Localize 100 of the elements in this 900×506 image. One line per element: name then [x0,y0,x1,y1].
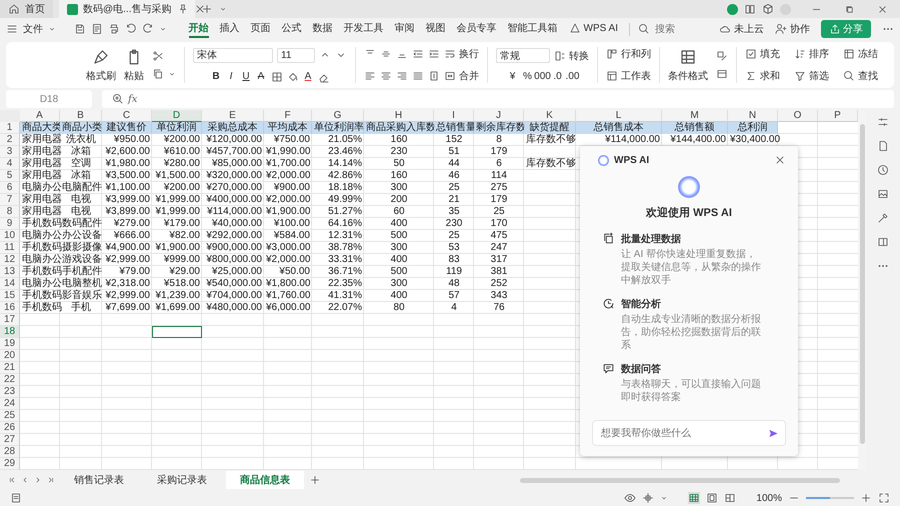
zoom-in-icon[interactable] [860,492,872,504]
row-number[interactable]: 16 [0,302,20,314]
close-icon[interactable] [194,3,206,15]
text-style-button[interactable]: U [240,71,252,82]
cut-icon[interactable] [152,50,164,62]
active-cell[interactable] [152,326,202,338]
book-icon[interactable] [744,3,756,15]
row-number[interactable]: 11 [0,242,20,254]
sliders-icon[interactable] [877,116,889,128]
editing-button[interactable]: 填充 [745,47,780,61]
number-format-button[interactable]: .00 [567,71,578,82]
editing-button[interactable]: 排序 [794,47,829,61]
copy-icon[interactable] [152,68,164,80]
row-number[interactable]: 6 [0,182,20,194]
first-sheet-icon[interactable] [8,476,16,484]
ribbon-tab[interactable]: 开始 [188,20,209,38]
row-number[interactable]: 9 [0,218,20,230]
text-style-button[interactable]: B [210,71,222,82]
row-number[interactable]: 12 [0,254,20,266]
send-icon[interactable] [768,428,779,438]
name-box[interactable]: D18 [6,90,92,108]
row-number[interactable]: 26 [0,422,20,434]
justify-icon[interactable] [412,70,424,82]
page-break-icon[interactable] [724,492,736,504]
row-number[interactable]: 21 [0,362,20,374]
save-icon[interactable] [74,23,86,35]
convert-button[interactable]: 转换 [554,48,589,62]
paste-button[interactable]: 粘贴 [124,48,144,82]
split-panel-icon[interactable] [877,236,889,248]
row-number[interactable]: 2 [0,134,20,146]
row-number[interactable]: 7 [0,194,20,206]
conditional-format-button[interactable]: 条件格式 [668,48,708,82]
row-number[interactable]: 14 [0,278,20,290]
align-right-icon[interactable] [396,70,408,82]
last-sheet-icon[interactable] [47,476,55,484]
editing-button[interactable]: 冻结 [843,47,878,61]
next-sheet-icon[interactable] [34,476,42,484]
close-icon[interactable] [877,4,888,14]
grid-view-icon[interactable] [688,492,700,504]
align-center-icon[interactable] [380,70,392,82]
caret-icon[interactable] [159,25,167,33]
caret-icon[interactable] [168,70,176,78]
outdent-icon[interactable] [412,48,424,60]
ribbon-tab[interactable]: WPS AI [568,20,618,38]
row-number[interactable]: 29 [0,458,20,470]
row-number[interactable]: 15 [0,290,20,302]
undo-icon[interactable] [125,23,137,35]
align-left-icon[interactable] [364,70,376,82]
ribbon-tab[interactable]: 公式 [282,20,302,38]
zoom-level[interactable]: 100% [756,492,782,504]
tools-icon[interactable] [877,212,889,224]
prompt-field[interactable]: 想要我帮你做些什么 [592,420,786,446]
prompt-input[interactable]: 想要我帮你做些什么 [599,426,764,440]
sheet-tab[interactable]: 销售记录表 [60,471,138,489]
editing-button[interactable]: 筛选 [794,69,829,83]
restore-icon[interactable] [844,4,855,14]
row-number[interactable]: 28 [0,446,20,458]
fill-color-icon[interactable] [286,70,298,82]
file-menu[interactable]: 文件 [23,22,43,36]
picture-icon[interactable] [877,188,889,200]
document-icon[interactable] [877,140,889,152]
page-layout-icon[interactable] [706,492,718,504]
border-icon[interactable] [270,70,282,82]
print-icon[interactable] [108,23,120,35]
row-number[interactable]: 22 [0,374,20,386]
scrollbar-thumb[interactable] [520,478,840,482]
row-number[interactable]: 20 [0,350,20,362]
row-number[interactable]: 17 [0,314,20,326]
caret-icon[interactable] [48,25,56,33]
number-format-button[interactable]: % [522,71,533,82]
scrollbar-thumb[interactable] [860,124,864,444]
number-format-button[interactable]: .0 [552,71,563,82]
menu-icon[interactable] [6,23,18,35]
text-style-button[interactable]: A [256,71,266,82]
row-number[interactable]: 23 [0,386,20,398]
editing-button[interactable]: 求和 [745,69,780,83]
redo-icon[interactable] [142,23,154,35]
row-number[interactable]: 8 [0,206,20,218]
search-field[interactable]: 搜索 [629,22,697,36]
caret-icon[interactable] [660,494,668,502]
ribbon-tab[interactable]: 智能工具箱 [508,20,558,38]
document-tab[interactable]: 首页 [0,0,53,18]
row-number[interactable]: 18 [0,326,20,338]
ribbon-tab[interactable]: 视图 [426,20,446,38]
rows-columns-button[interactable]: 行和列 [606,47,651,61]
column-header[interactable]: D [152,110,202,122]
sheet-tab[interactable]: 采购记录表 [143,471,221,489]
print-preview-icon[interactable] [91,23,103,35]
notes-icon[interactable] [10,492,22,504]
clock-icon[interactable] [877,164,889,176]
row-number[interactable]: 24 [0,398,20,410]
indent-icon[interactable] [428,48,440,60]
cloud-button[interactable]: 未上云 [719,22,764,36]
text-style-button[interactable]: I [226,71,236,82]
ribbon-tab[interactable]: 会员专享 [456,20,497,38]
caret-icon[interactable] [219,5,227,13]
vertical-scrollbar[interactable] [858,110,866,470]
crosshair-icon[interactable] [642,492,654,504]
upload-icon[interactable] [727,4,738,14]
wrap-text-button[interactable]: 换行 [444,47,479,61]
